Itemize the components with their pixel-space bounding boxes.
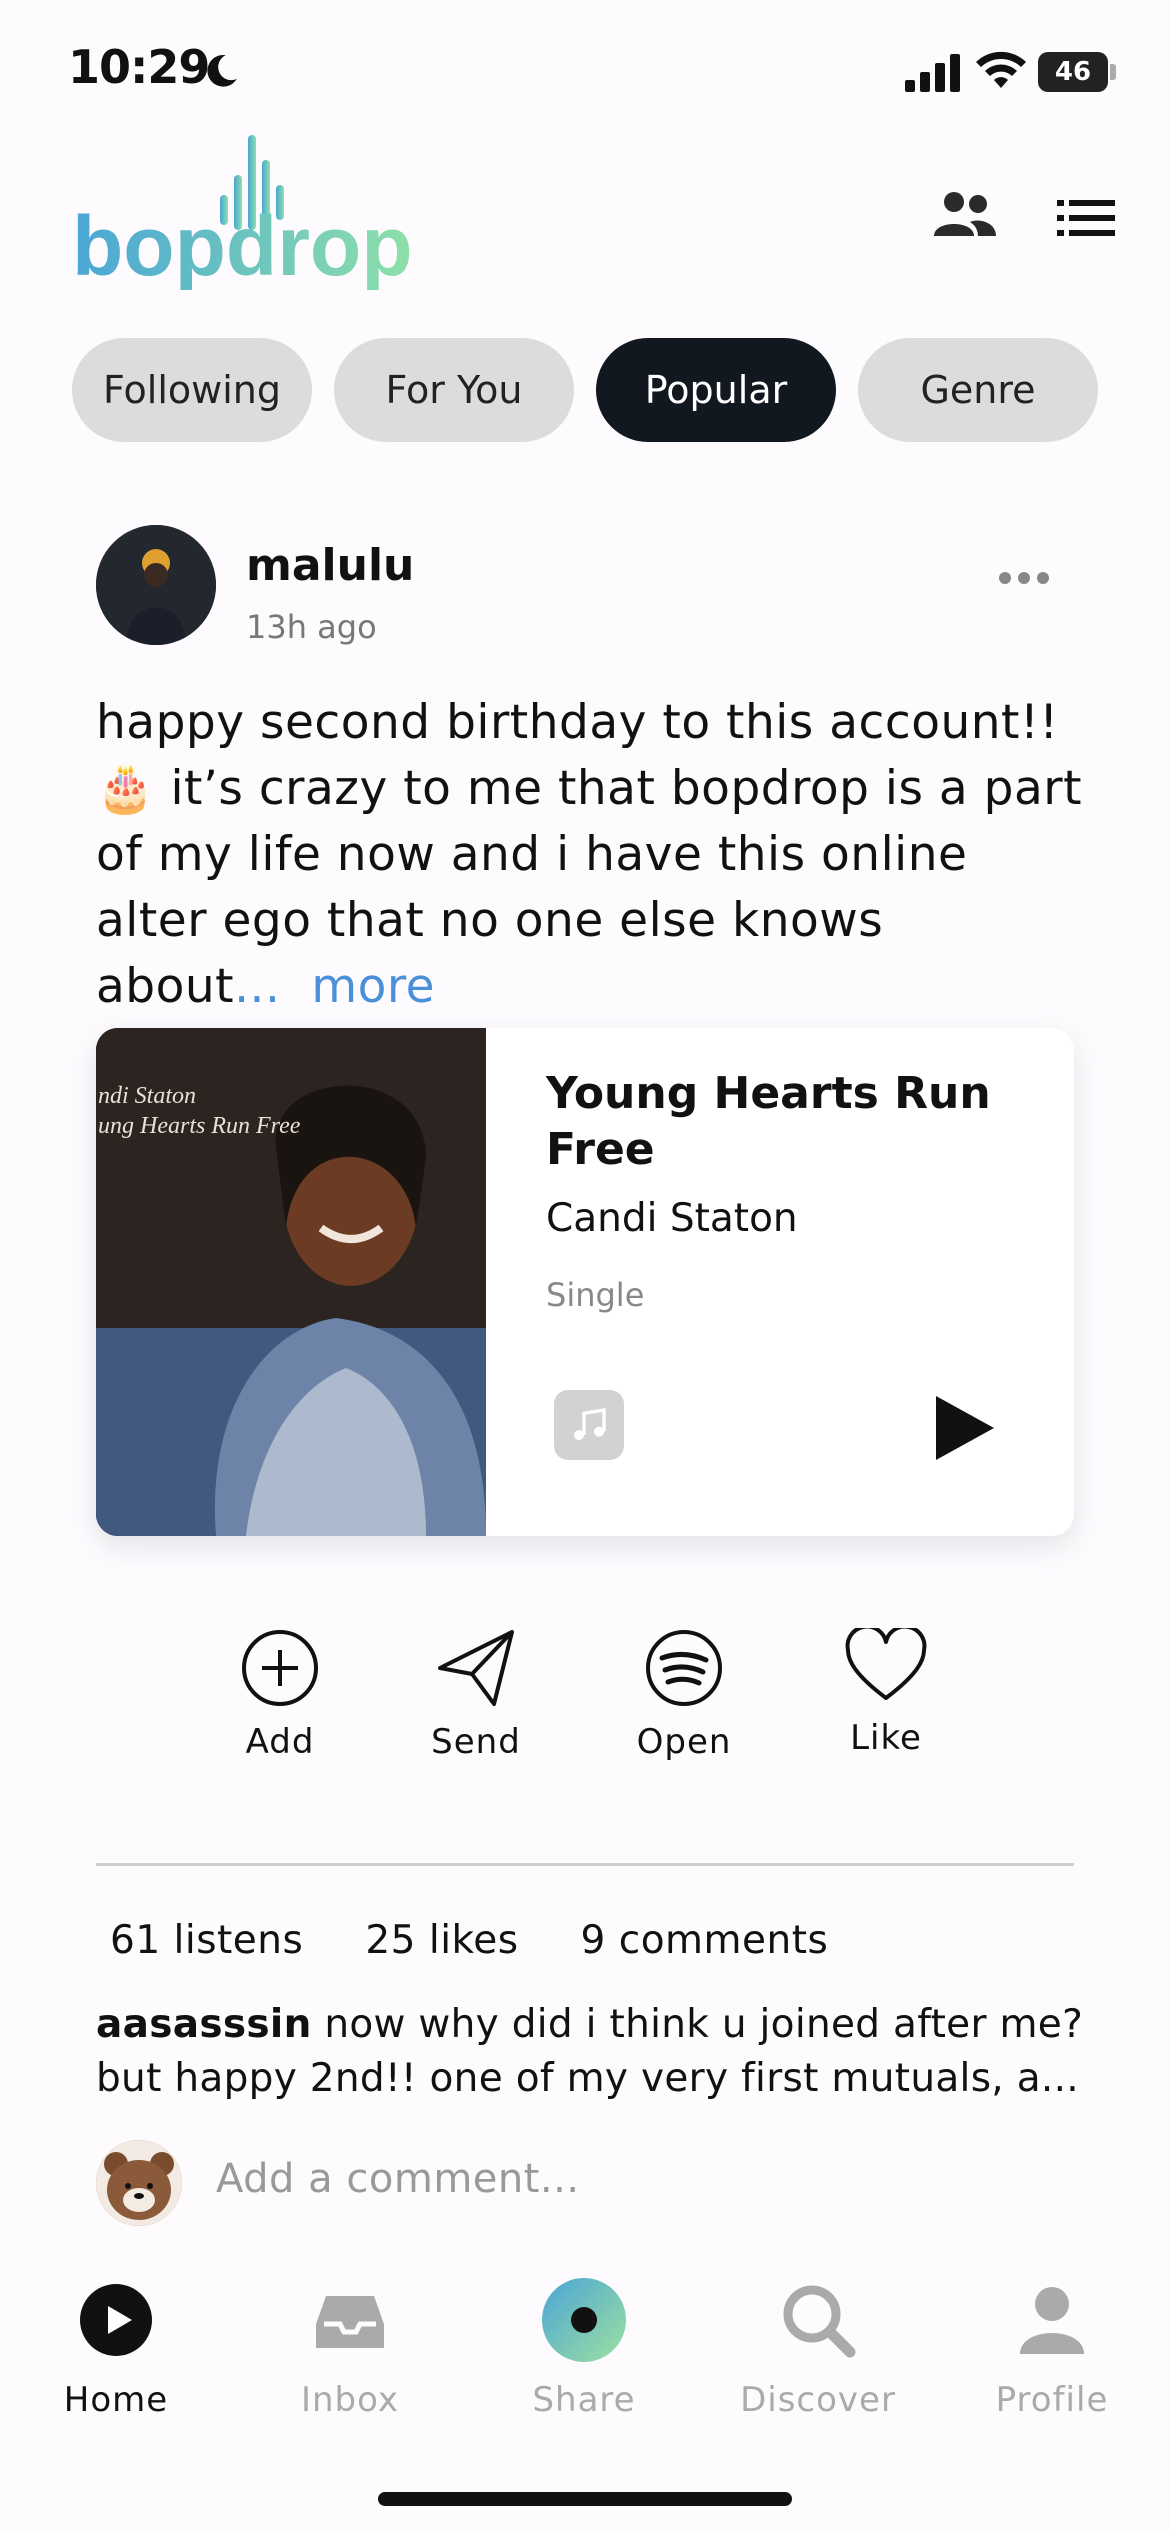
feed-tabs: Following For You Popular Genre <box>72 338 1098 442</box>
nav-inbox-label: Inbox <box>300 2380 400 2420</box>
nav-profile[interactable]: Profile <box>952 2270 1152 2420</box>
comments-count[interactable]: 9 comments <box>581 1918 829 1963</box>
battery-indicator: 46 <box>1038 52 1108 92</box>
album-cover[interactable]: ndi Staton ung Hearts Run Free <box>96 1028 486 1536</box>
read-more-link[interactable]: more <box>311 959 435 1014</box>
open-button[interactable]: Open <box>604 1628 764 1762</box>
likes-count[interactable]: 25 likes <box>365 1918 518 1963</box>
top-comment[interactable]: aasasssin now why did i think u joined a… <box>96 1998 1086 2106</box>
tab-for-you[interactable]: For You <box>334 338 574 442</box>
svg-text:ung Hearts Run Free: ung Hearts Run Free <box>98 1113 301 1139</box>
track-title[interactable]: Young Hearts Run Free <box>546 1066 1046 1178</box>
divider <box>96 1863 1074 1866</box>
comment-username[interactable]: aasasssin <box>96 2002 312 2047</box>
add-label: Add <box>245 1722 315 1762</box>
nav-profile-label: Profile <box>995 2380 1109 2420</box>
svg-text:bopdrop: bopdrop <box>72 199 412 290</box>
inbox-icon <box>316 2296 384 2348</box>
add-button[interactable]: Add <box>200 1628 360 1762</box>
spotify-icon <box>646 1630 722 1706</box>
caption-ellipsis: ... <box>234 959 281 1014</box>
listens-count[interactable]: 61 listens <box>110 1918 303 1963</box>
nav-home-label: Home <box>63 2380 169 2420</box>
friends-icon[interactable] <box>930 190 1000 240</box>
heart-icon <box>845 1628 927 1700</box>
post-caption: happy second birthday to this account!! … <box>96 695 1083 1014</box>
track-type: Single <box>546 1276 645 1314</box>
send-button[interactable]: Send <box>396 1628 556 1762</box>
bopdrop-logo[interactable]: bopdrop <box>72 130 412 290</box>
add-comment-input[interactable]: Add a comment... <box>216 2156 580 2202</box>
post-timestamp: 13h ago <box>246 608 377 646</box>
tab-following[interactable]: Following <box>72 338 312 442</box>
play-icon[interactable] <box>930 1392 998 1464</box>
home-indicator <box>378 2492 792 2506</box>
nav-discover[interactable]: Discover <box>718 2270 918 2420</box>
apple-music-icon[interactable] <box>554 1390 624 1460</box>
post-stats: 61 listens 25 likes 9 comments <box>110 1918 828 1963</box>
share-icon <box>542 2278 626 2362</box>
current-user-avatar <box>96 2140 182 2226</box>
search-icon <box>783 2285 856 2358</box>
nav-share[interactable]: Share <box>484 2270 684 2420</box>
nav-home[interactable]: Home <box>16 2270 216 2420</box>
track-artist[interactable]: Candi Staton <box>546 1196 798 1241</box>
send-icon <box>438 1630 514 1706</box>
nav-discover-label: Discover <box>740 2380 896 2420</box>
moon-icon <box>207 54 237 87</box>
like-button[interactable]: Like <box>806 1628 966 1758</box>
home-play-icon <box>80 2284 152 2356</box>
profile-icon <box>1020 2287 1084 2354</box>
tab-genre[interactable]: Genre <box>858 338 1098 442</box>
open-label: Open <box>636 1722 732 1762</box>
more-options-icon[interactable] <box>998 568 1050 588</box>
list-menu-icon[interactable] <box>1057 198 1115 238</box>
nav-inbox[interactable]: Inbox <box>250 2270 450 2420</box>
user-avatar[interactable] <box>96 525 216 645</box>
status-time: 10:29 <box>68 40 210 94</box>
cellular-signal-icon <box>905 54 960 92</box>
add-circle-icon <box>242 1630 318 1706</box>
track-card[interactable]: ndi Staton ung Hearts Run Free Young Hea… <box>96 1028 1074 1536</box>
svg-text:ndi Staton: ndi Staton <box>98 1083 196 1109</box>
like-label: Like <box>850 1718 922 1758</box>
nav-share-label: Share <box>532 2380 636 2420</box>
post-username[interactable]: malulu <box>246 540 414 591</box>
send-label: Send <box>431 1722 521 1762</box>
tab-popular[interactable]: Popular <box>596 338 836 442</box>
battery-nub <box>1110 64 1116 80</box>
wifi-icon <box>976 51 1026 88</box>
